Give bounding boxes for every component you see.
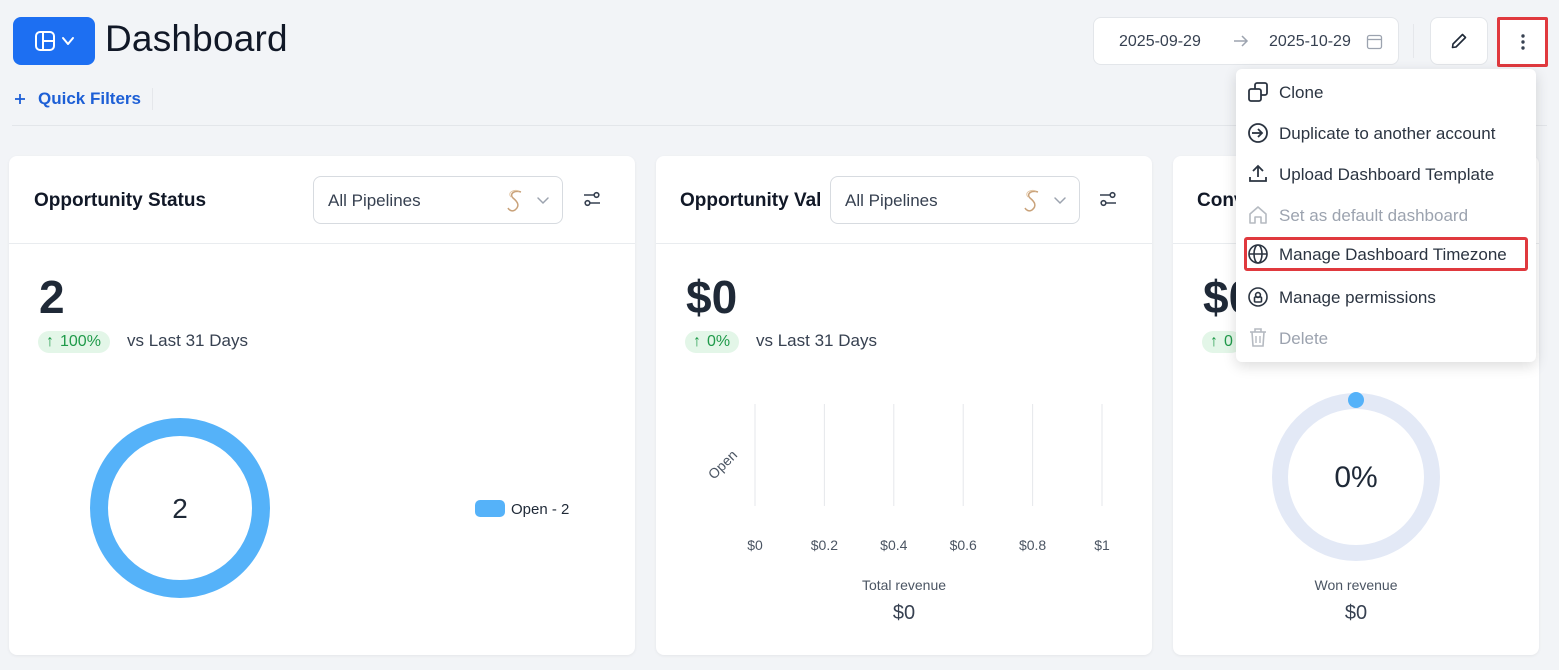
- comparison-label: vs Last 31 Days: [127, 331, 248, 350]
- change-badge: ↑ 100%: [38, 331, 110, 353]
- enter-arrow-icon: [1248, 123, 1268, 143]
- x-tick-label: $0.2: [811, 537, 838, 553]
- card-header: Opportunity Value All Pipelines: [656, 156, 1152, 244]
- filter-settings-icon[interactable]: [1099, 190, 1117, 208]
- header-divider: [1413, 24, 1414, 58]
- total-revenue-value: $0: [892, 602, 916, 624]
- date-start[interactable]: 2025-09-29: [1119, 33, 1201, 51]
- layout-switcher-button[interactable]: [13, 17, 95, 65]
- edit-dashboard-button[interactable]: [1430, 17, 1488, 65]
- lock-icon: [1248, 287, 1268, 307]
- menu-item-label: Set as default dashboard: [1279, 206, 1469, 225]
- legend-swatch-open: [475, 500, 505, 517]
- change-percent: 0%: [707, 333, 731, 350]
- pipeline-select[interactable]: All Pipelines: [830, 176, 1080, 224]
- menu-item-label: Delete: [1279, 329, 1329, 348]
- y-category-label: Open: [705, 447, 741, 483]
- menu-item-set-as-default-dashboard: Set as default dashboard: [1244, 198, 1528, 232]
- home-icon: [1249, 206, 1267, 224]
- arrow-up-icon: ↑: [46, 333, 54, 350]
- date-range-picker[interactable]: 2025-09-29 2025-10-29: [1093, 17, 1399, 65]
- trash-icon: [1250, 328, 1266, 347]
- arrow-up-icon: ↑: [693, 333, 701, 350]
- donut-center-value: 2: [172, 493, 188, 524]
- kpi-value: 2: [39, 271, 65, 323]
- opportunity-value-card: Opportunity Value All Pipelines $0 ↑ 0% …: [656, 156, 1152, 655]
- x-axis-title: Total revenue: [861, 577, 947, 593]
- change-percent: 100%: [60, 333, 101, 350]
- menu-item-label: Duplicate to another account: [1279, 124, 1496, 143]
- date-end[interactable]: 2025-10-29: [1269, 33, 1351, 51]
- kpi-value: $0: [686, 271, 738, 323]
- menu-item-label: Manage permissions: [1279, 288, 1436, 307]
- plus-icon: [15, 94, 25, 104]
- won-revenue-value: $0: [1344, 602, 1368, 624]
- change-percent: 0: [1224, 333, 1233, 350]
- donut-chart: 2: [90, 418, 270, 598]
- filter-settings-icon[interactable]: [583, 190, 601, 208]
- globe-icon: [1248, 244, 1268, 264]
- menu-item-label: Clone: [1279, 83, 1324, 102]
- chevron-down-icon: [61, 37, 74, 45]
- conversion-gauge: 0%: [1272, 392, 1440, 561]
- x-tick-label: $0.4: [880, 537, 907, 553]
- kebab-menu-icon: [1520, 34, 1525, 50]
- x-tick-label: $1: [1094, 537, 1110, 553]
- menu-item-manage-dashboard-timezone[interactable]: Manage Dashboard Timezone: [1244, 237, 1528, 271]
- legend-label-open: Open - 2: [511, 501, 570, 518]
- layout-grid-icon: [34, 31, 55, 51]
- arrow-up-icon: ↑: [1210, 333, 1218, 350]
- menu-item-manage-permissions[interactable]: Manage permissions: [1244, 280, 1528, 314]
- opportunity-status-card: Opportunity Status All Pipelines 2 ↑ 100…: [9, 156, 635, 655]
- quick-filters-label: Quick Filters: [38, 89, 141, 108]
- x-tick-label: $0.8: [1019, 537, 1046, 553]
- quick-filters-divider: [152, 88, 153, 110]
- more-options-button[interactable]: [1497, 17, 1548, 67]
- comparison-label: vs Last 31 Days: [756, 331, 877, 350]
- x-tick-label: $0: [747, 537, 763, 553]
- menu-item-clone[interactable]: Clone: [1244, 75, 1528, 109]
- pipeline-select-value: All Pipelines: [845, 191, 938, 210]
- change-badge: ↑ 0%: [685, 331, 740, 353]
- chevron-down-icon: [537, 197, 549, 205]
- x-tick-label: $0.6: [950, 537, 977, 553]
- quick-filters-button[interactable]: Quick Filters: [14, 89, 141, 109]
- pipeline-select-value: All Pipelines: [328, 191, 421, 210]
- menu-item-label: Upload Dashboard Template: [1279, 165, 1495, 184]
- chevron-down-icon: [1054, 197, 1066, 205]
- card-title: Opportunity Status: [34, 190, 207, 211]
- more-options-menu: Clone Duplicate to another account Upload …: [1236, 69, 1536, 362]
- menu-item-duplicate-to-another-account[interactable]: Duplicate to another account: [1244, 116, 1528, 150]
- upload-icon: [1249, 164, 1267, 182]
- brand-logo-icon: [507, 190, 522, 212]
- calendar-icon: [1366, 34, 1383, 50]
- pencil-icon: [1451, 33, 1467, 49]
- menu-item-upload-dashboard-template[interactable]: Upload Dashboard Template: [1244, 157, 1528, 191]
- revenue-bar-chart: $0 $0.2 $0.4 $0.6 $0.8 $1 Open: [705, 404, 1110, 553]
- card-title: Opportunity Value: [680, 190, 820, 211]
- clone-icon: [1248, 82, 1268, 102]
- arrow-right-icon: [1234, 35, 1249, 47]
- gauge-value: 0%: [1334, 461, 1377, 494]
- brand-logo-icon: [1024, 190, 1039, 212]
- page-title: Dashboard: [105, 18, 288, 59]
- gauge-label: Won revenue: [1314, 577, 1398, 593]
- pipeline-select[interactable]: All Pipelines: [313, 176, 563, 224]
- menu-item-label: Manage Dashboard Timezone: [1279, 245, 1507, 264]
- gauge-indicator: [1348, 392, 1364, 408]
- card-header: Opportunity Status All Pipelines: [9, 156, 635, 244]
- menu-item-delete: Delete: [1244, 321, 1528, 355]
